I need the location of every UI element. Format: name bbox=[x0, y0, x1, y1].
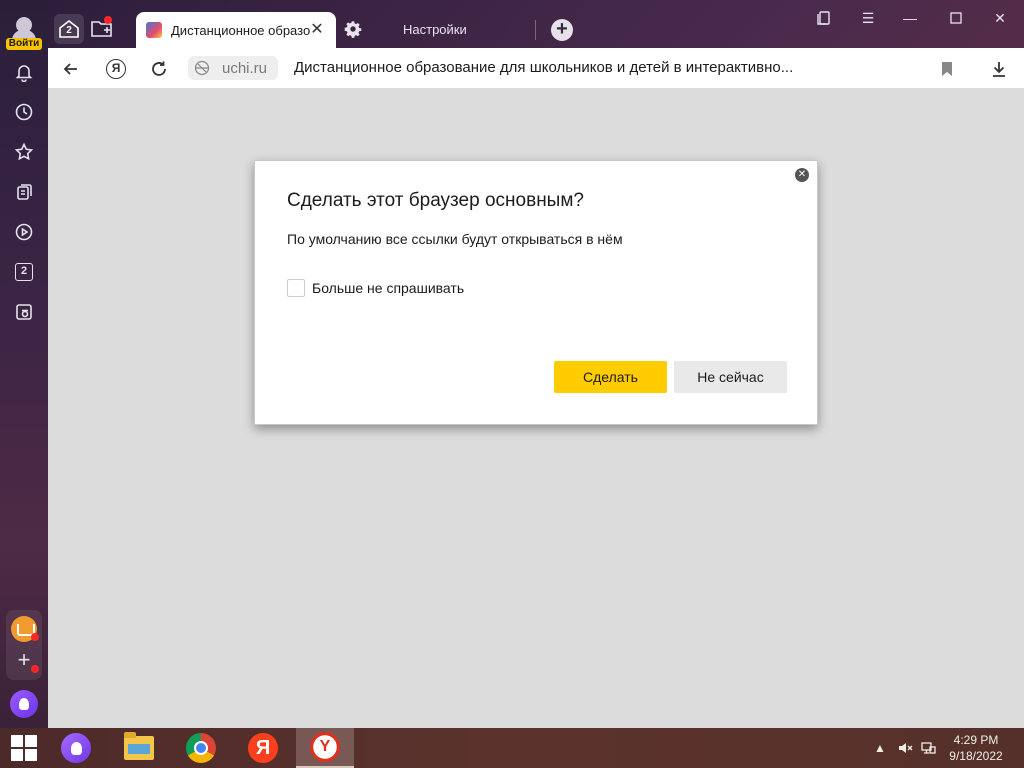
close-window-icon[interactable]: ✕ bbox=[986, 6, 1014, 30]
alice-icon bbox=[61, 733, 91, 763]
globe-icon bbox=[194, 60, 210, 76]
bell-icon[interactable] bbox=[12, 60, 36, 84]
chrome-button[interactable] bbox=[177, 728, 225, 768]
yandex-browser-icon: Y bbox=[310, 732, 340, 762]
new-tab-plus-button[interactable]: + bbox=[551, 19, 573, 41]
minimize-icon[interactable]: — bbox=[896, 6, 924, 30]
bookmark-icon[interactable] bbox=[934, 56, 960, 82]
add-app-notification-dot bbox=[31, 665, 39, 673]
folder-notification-dot bbox=[104, 16, 112, 24]
clock-time: 4:29 PM bbox=[953, 733, 999, 747]
history-clock-icon[interactable] bbox=[12, 100, 36, 124]
tab-title: Дистанционное образование для школьников bbox=[171, 22, 311, 38]
domain-text: uchi.ru bbox=[222, 59, 268, 77]
alice-assistant-icon[interactable] bbox=[10, 690, 38, 718]
dont-ask-label: Больше не спрашивать bbox=[312, 280, 465, 296]
tab-strip: 2 Дистанционное образование для школьник… bbox=[48, 0, 1024, 48]
default-browser-dialog: ✕ Сделать этот браузер основным? По умол… bbox=[254, 160, 818, 425]
dialog-close-icon[interactable]: ✕ bbox=[795, 168, 809, 182]
chrome-icon bbox=[186, 733, 216, 763]
home-tabs-button[interactable]: 2 bbox=[54, 14, 84, 44]
clock[interactable]: 4:29 PM 9/18/2022 bbox=[944, 732, 1008, 764]
tab-active[interactable]: Дистанционное образование для школьников… bbox=[136, 12, 336, 48]
collections-icon[interactable] bbox=[12, 180, 36, 204]
dialog-title: Сделать этот браузер основным? bbox=[287, 190, 584, 211]
address-page-title[interactable]: Дистанционное образование для школьников… bbox=[294, 59, 793, 76]
speaker-muted-icon[interactable] bbox=[897, 728, 913, 768]
bookmarks-star-icon[interactable] bbox=[12, 140, 36, 164]
sidebar-apps-group: + bbox=[6, 610, 42, 680]
screenshot-camera-icon[interactable] bbox=[12, 300, 36, 324]
yandex-app-button[interactable]: Я bbox=[239, 728, 287, 768]
tabs-counter-value: 2 bbox=[15, 263, 33, 281]
download-icon[interactable] bbox=[986, 56, 1012, 82]
tab-settings[interactable]: Настройки bbox=[403, 22, 467, 37]
dont-ask-again-row[interactable]: Больше не спрашивать bbox=[287, 279, 464, 297]
file-explorer-icon bbox=[124, 732, 154, 760]
yandex-browser-button[interactable]: Y bbox=[296, 728, 354, 768]
dialog-description: По умолчанию все ссылки будут открыватьс… bbox=[287, 231, 623, 247]
yandex-home-button[interactable]: Я bbox=[103, 56, 129, 82]
site-favicon-icon bbox=[146, 22, 162, 38]
yandex-logo-icon: Я bbox=[106, 59, 126, 79]
tab-separator bbox=[535, 20, 536, 40]
domain-chip[interactable]: uchi.ru bbox=[188, 56, 278, 80]
close-tab-icon[interactable]: ✕ bbox=[308, 21, 326, 39]
not-now-button[interactable]: Не сейчас bbox=[674, 361, 787, 393]
clock-date: 9/18/2022 bbox=[949, 749, 1003, 763]
back-arrow-icon[interactable] bbox=[58, 56, 84, 82]
house-icon: 2 bbox=[58, 19, 80, 39]
tab-manager-icon[interactable] bbox=[810, 6, 838, 30]
alice-taskbar-button[interactable] bbox=[52, 728, 100, 768]
home-tab-count: 2 bbox=[66, 25, 72, 36]
login-button[interactable]: Войти bbox=[6, 38, 42, 50]
address-toolbar: Я uchi.ru Дистанционное образование для … bbox=[48, 48, 1024, 89]
tabs-counter-icon[interactable]: 2 bbox=[12, 260, 36, 284]
windows-logo-icon bbox=[11, 735, 37, 761]
yandex-icon: Я bbox=[248, 733, 278, 763]
dont-ask-checkbox[interactable] bbox=[287, 279, 305, 297]
file-explorer-button[interactable] bbox=[115, 728, 163, 768]
menu-hamburger-icon[interactable]: ☰ bbox=[854, 6, 882, 30]
tray-overflow-chevron-icon[interactable]: ▲ bbox=[874, 728, 886, 768]
taskbar: Я Y ▲ 4:29 PM 9/18/2022 bbox=[0, 728, 1024, 768]
maximize-icon[interactable] bbox=[942, 6, 970, 30]
sidebar: Войти 2 + bbox=[0, 0, 48, 728]
mail-notification-dot bbox=[31, 633, 39, 641]
make-default-button[interactable]: Сделать bbox=[554, 361, 667, 393]
gear-icon[interactable] bbox=[344, 20, 362, 38]
windows-start-button[interactable] bbox=[0, 728, 48, 768]
network-icon[interactable] bbox=[920, 728, 936, 768]
video-play-icon[interactable] bbox=[12, 220, 36, 244]
reload-icon[interactable] bbox=[146, 56, 172, 82]
